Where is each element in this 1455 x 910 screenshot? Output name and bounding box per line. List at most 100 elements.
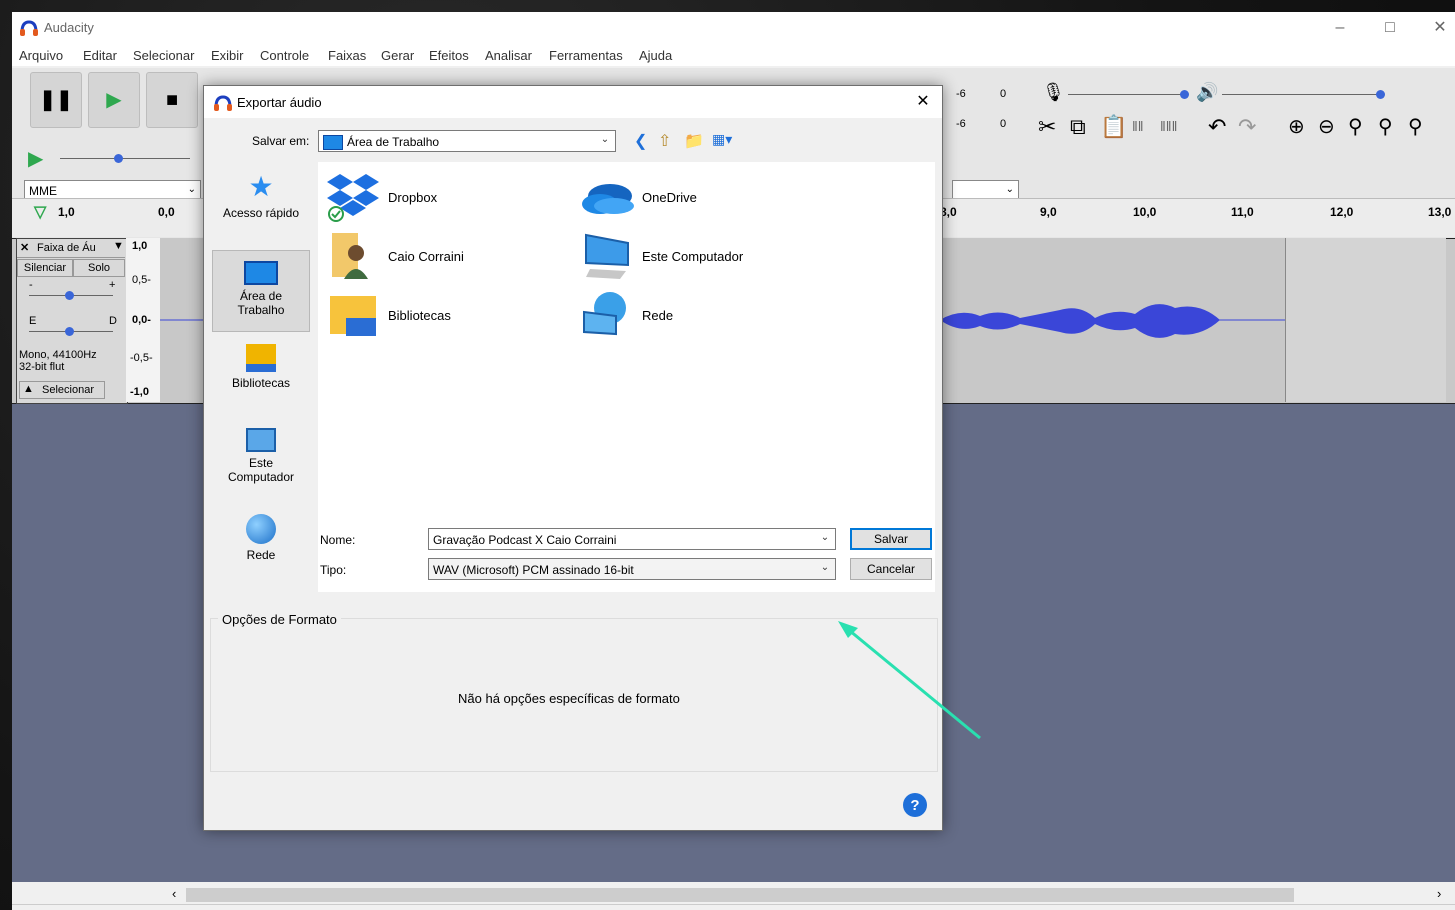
scale-label: -1,0 — [130, 386, 149, 398]
new-folder-icon[interactable]: 📁 — [684, 131, 704, 151]
place-label: Rede — [246, 548, 276, 562]
copy-icon[interactable]: ⧉ — [1070, 114, 1086, 140]
menu-exibir[interactable]: Exibir — [211, 48, 244, 63]
ruler-label: 0,0 — [158, 205, 175, 219]
scrollbar-thumb[interactable] — [186, 888, 1294, 902]
stop-icon: ■ — [165, 89, 179, 111]
title-bar: Audacity – □ ✕ — [12, 12, 1455, 44]
gain-minus-label: - — [29, 279, 33, 291]
desktop-icon — [323, 135, 343, 150]
meter-label: -6 — [956, 118, 966, 130]
gain-plus-label: + — [109, 279, 116, 291]
save-in-select[interactable]: Área de Trabalho ⌄ — [318, 130, 616, 152]
file-item-user-folder[interactable]: Caio Corraini — [326, 229, 566, 283]
place-quick-access[interactable]: ★ Acesso rápido — [212, 172, 310, 221]
close-button[interactable]: ✕ — [1417, 16, 1455, 40]
back-icon[interactable]: ❮ — [634, 131, 647, 151]
place-this-pc[interactable]: Este Computador — [212, 428, 310, 484]
chevron-down-icon: ⌄ — [820, 532, 830, 543]
menu-selecionar[interactable]: Selecionar — [133, 48, 194, 63]
file-item-this-pc[interactable]: Este Computador — [580, 229, 820, 283]
type-label: Tipo: — [320, 563, 347, 577]
place-label: Este Computador — [227, 456, 295, 484]
place-network[interactable]: Rede — [212, 514, 310, 562]
menu-controle[interactable]: Controle — [260, 48, 309, 63]
menu-analisar[interactable]: Analisar — [485, 48, 532, 63]
horizontal-scrollbar[interactable]: ‹ › — [12, 884, 1455, 904]
computer-icon — [585, 233, 629, 279]
scale-label: 1,0 — [132, 240, 148, 252]
file-name: OneDrive — [642, 190, 697, 205]
mute-button[interactable]: Silenciar — [17, 259, 73, 277]
zoom-out-icon[interactable]: ⊖ — [1318, 114, 1335, 139]
format-options-label: Opções de Formato — [218, 612, 341, 627]
fit-project-icon[interactable]: ⚲ — [1378, 114, 1393, 139]
audio-host-value: MME — [29, 184, 57, 198]
minimize-button[interactable]: – — [1317, 16, 1363, 40]
pan-slider-thumb[interactable] — [65, 327, 74, 336]
menu-efeitos[interactable]: Efeitos — [429, 48, 469, 63]
save-in-label: Salvar em: — [252, 134, 310, 148]
stop-button[interactable]: ■ — [146, 72, 198, 128]
undo-icon[interactable]: ↶ — [1208, 114, 1226, 140]
file-type-select[interactable]: WAV (Microsoft) PCM assinado 16-bit ⌄ — [428, 558, 836, 580]
menu-gerar[interactable]: Gerar — [381, 48, 414, 63]
cut-icon[interactable]: ✂ — [1038, 114, 1056, 140]
fit-selection-icon[interactable]: ⚲ — [1348, 114, 1363, 139]
close-track-icon[interactable]: ✕ — [20, 241, 29, 254]
file-name-input[interactable]: Gravação Podcast X Caio Corraini ⌄ — [428, 528, 836, 550]
pause-button[interactable]: ❚❚ — [30, 72, 82, 128]
chevron-down-icon: ⌄ — [187, 184, 196, 195]
help-button[interactable]: ? — [902, 792, 928, 818]
record-volume-thumb[interactable] — [1180, 90, 1189, 99]
file-item-onedrive[interactable]: OneDrive — [580, 170, 820, 224]
silence-icon[interactable]: ‖‖‖ — [1160, 118, 1177, 134]
zoom-in-icon[interactable]: ⊕ — [1288, 114, 1305, 139]
speed-slider-thumb[interactable] — [114, 154, 123, 163]
scale-label: 0,5- — [132, 274, 151, 286]
ruler-label: 13,0 — [1428, 205, 1452, 219]
trim-icon[interactable]: ‖‖ — [1132, 118, 1144, 134]
view-menu-icon[interactable]: ▦▾ — [712, 131, 732, 148]
redo-icon[interactable]: ↷ — [1238, 114, 1256, 140]
zoom-toggle-icon[interactable]: ⚲ — [1408, 114, 1423, 139]
solo-button[interactable]: Solo — [73, 259, 125, 277]
menu-faixas[interactable]: Faixas — [328, 48, 366, 63]
meter-label: 0 — [1000, 118, 1007, 130]
maximize-button[interactable]: □ — [1367, 16, 1413, 40]
track-menu-arrow-icon[interactable]: ▼ — [113, 240, 124, 252]
audacity-logo-icon — [20, 20, 38, 36]
chevron-down-icon: ⌄ — [820, 562, 830, 573]
save-button[interactable]: Salvar — [850, 528, 932, 550]
paste-icon[interactable]: 📋 — [1100, 114, 1127, 140]
scroll-left-icon[interactable]: ‹ — [172, 886, 176, 901]
cancel-button[interactable]: Cancelar — [850, 558, 932, 580]
place-libraries[interactable]: Bibliotecas — [212, 344, 310, 390]
network-icon — [246, 514, 276, 544]
track-name-button[interactable]: Faixa de Áu — [37, 242, 96, 254]
select-track-button[interactable]: ▲ Selecionar — [19, 381, 105, 399]
menu-editar[interactable]: Editar — [83, 48, 117, 63]
gain-slider-thumb[interactable] — [65, 291, 74, 300]
up-folder-icon[interactable]: ⇧ — [658, 131, 671, 151]
ruler-label: 9,0 — [1040, 205, 1057, 219]
play-at-speed[interactable]: ▶ — [18, 144, 198, 172]
menu-ferramentas[interactable]: Ferramentas — [549, 48, 623, 63]
meter-label: -6 — [956, 88, 966, 100]
scroll-right-icon[interactable]: › — [1437, 886, 1441, 901]
dialog-close-button[interactable]: ✕ — [910, 90, 936, 114]
menu-ajuda[interactable]: Ajuda — [639, 48, 672, 63]
file-item-libraries[interactable]: Bibliotecas — [326, 288, 566, 342]
onedrive-icon — [582, 184, 634, 214]
file-item-dropbox[interactable]: Dropbox — [326, 170, 566, 224]
play-button[interactable]: ▶ — [88, 72, 140, 128]
name-label: Nome: — [320, 533, 356, 547]
track-sample-info: 32-bit flut — [19, 361, 65, 373]
menu-arquivo[interactable]: Arquivo — [19, 48, 63, 63]
file-item-network[interactable]: Rede — [580, 288, 820, 342]
playback-volume-thumb[interactable] — [1376, 90, 1385, 99]
network-icon — [583, 292, 626, 336]
help-icon: ? — [903, 793, 927, 817]
scale-label: 0,0- — [132, 314, 151, 326]
place-desktop[interactable]: Área de Trabalho — [212, 250, 310, 332]
